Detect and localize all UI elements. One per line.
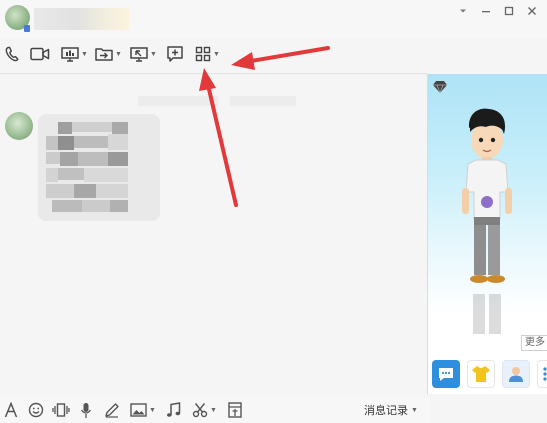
chat-bubble-icon — [439, 368, 453, 381]
dropdown-caret-icon: ▼ — [81, 50, 88, 58]
screenshot-button[interactable]: ▼ — [192, 401, 217, 419]
doodle-button[interactable] — [104, 401, 120, 419]
voice-message-button[interactable] — [80, 401, 92, 419]
music-note-icon — [167, 402, 181, 417]
sidebar-more-menu[interactable] — [537, 360, 547, 388]
maximize-icon[interactable] — [502, 4, 516, 18]
folder-transfer-icon — [95, 48, 113, 61]
history-label: 消息记录 — [364, 405, 408, 417]
file-transfer-button[interactable]: ▼ — [95, 40, 122, 68]
apps-button[interactable]: ▼ — [195, 40, 220, 68]
chat-bubble-button[interactable] — [432, 360, 460, 388]
image-button[interactable]: ▼ — [130, 401, 156, 419]
person-icon — [509, 367, 523, 382]
remote-desktop-icon — [130, 47, 148, 62]
message-area[interactable] — [0, 74, 427, 394]
video-camera-icon — [30, 47, 50, 61]
font-icon — [4, 402, 18, 418]
window-controls — [456, 4, 539, 18]
message-history-button[interactable]: 消息记录 ▼ — [364, 402, 418, 418]
music-button[interactable] — [166, 401, 181, 419]
scissors-icon — [192, 403, 208, 418]
dropdown-caret-icon: ▼ — [213, 50, 220, 58]
sender-avatar[interactable] — [5, 112, 33, 140]
microphone-icon — [80, 402, 92, 418]
group-chat-button[interactable] — [166, 40, 184, 68]
dropdown-caret-icon: ▼ — [115, 50, 122, 58]
profile-button[interactable] — [502, 360, 530, 388]
pen-icon — [105, 403, 119, 418]
vertical-dots-icon — [543, 367, 547, 381]
shake-icon — [52, 403, 70, 417]
emoji-icon — [28, 402, 44, 418]
shirt-icon — [472, 366, 490, 382]
timestamp-redacted — [230, 96, 296, 106]
remote-desktop-button[interactable]: ▼ — [130, 40, 157, 68]
font-button[interactable] — [4, 401, 18, 419]
gift-icon — [228, 402, 242, 418]
sidebar-actions — [432, 360, 547, 388]
dropdown-caret-icon: ▼ — [149, 406, 156, 414]
dropdown-caret-icon: ▼ — [150, 50, 157, 58]
emoji-button[interactable] — [28, 401, 44, 419]
message-bubble-redacted — [38, 114, 160, 221]
screen-share-button[interactable]: ▼ — [61, 40, 88, 68]
device-badge-icon — [24, 25, 30, 32]
grid-apps-icon — [195, 46, 211, 62]
cartoon-avatar — [462, 108, 512, 334]
more-button[interactable]: 更多 — [521, 335, 547, 351]
add-chat-icon — [167, 46, 183, 62]
outfit-button[interactable] — [467, 360, 495, 388]
dropdown-caret-icon: ▼ — [411, 406, 418, 414]
contact-name-redacted — [34, 8, 129, 30]
chevron-down-icon[interactable] — [456, 4, 470, 18]
shake-button[interactable] — [52, 401, 70, 419]
voice-call-button[interactable] — [5, 40, 19, 68]
chat-toolbar: ▼ ▼ ▼ ▼ — [0, 40, 430, 68]
title-bar — [0, 0, 547, 38]
diamond-vip-icon[interactable] — [432, 80, 448, 94]
image-icon — [130, 403, 147, 417]
video-call-button[interactable] — [30, 40, 50, 68]
sender-name-redacted — [138, 96, 218, 106]
presentation-icon — [61, 47, 79, 62]
gift-button[interactable] — [228, 401, 242, 419]
phone-icon — [5, 46, 19, 62]
dropdown-caret-icon: ▼ — [210, 406, 217, 414]
close-icon[interactable] — [525, 4, 539, 18]
minimize-icon[interactable] — [479, 4, 493, 18]
